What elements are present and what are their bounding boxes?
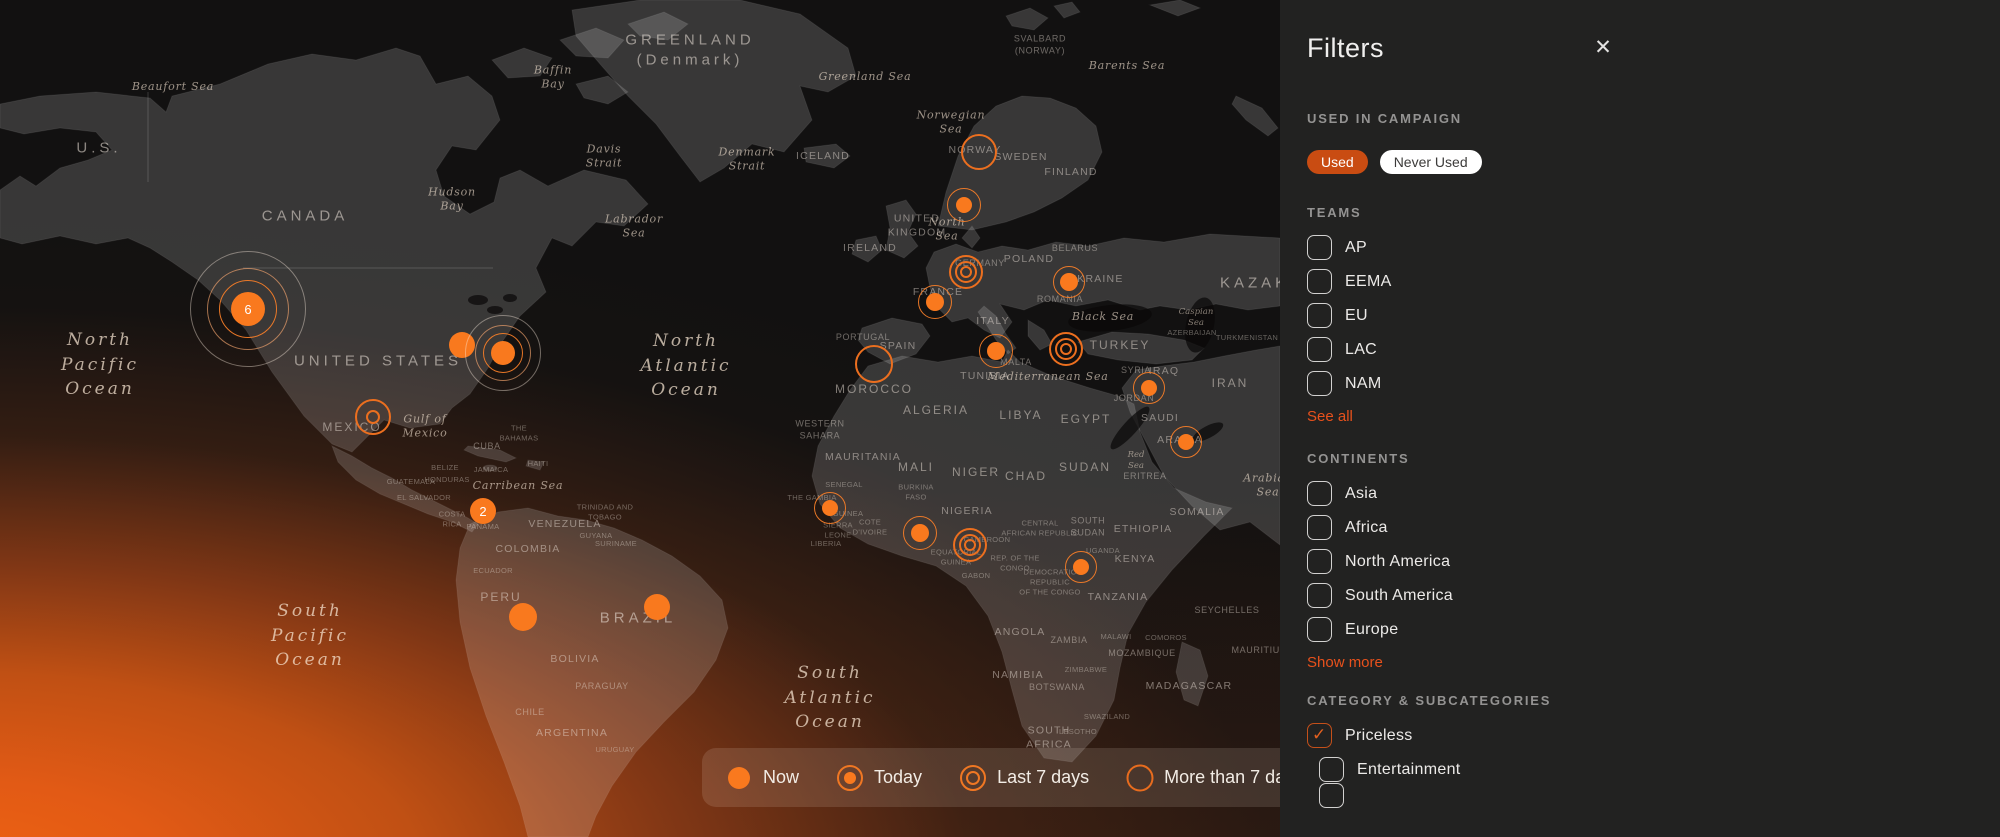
checkbox-europe[interactable] bbox=[1307, 617, 1332, 642]
section-categories: CATEGORY & SUBCATEGORIES bbox=[1307, 693, 2000, 708]
checkbox-checked-priceless[interactable] bbox=[1307, 723, 1332, 748]
checkbox-south-america[interactable] bbox=[1307, 583, 1332, 608]
checkbox-row-europe[interactable]: Europe bbox=[1307, 617, 2000, 642]
checkbox-item[interactable] bbox=[1319, 783, 1344, 808]
checkbox-row-africa[interactable]: Africa bbox=[1307, 515, 2000, 540]
checkbox-row-south-america[interactable]: South America bbox=[1307, 583, 2000, 608]
checkbox-label: EEMA bbox=[1345, 273, 1392, 291]
checkbox-label: Priceless bbox=[1345, 727, 1413, 745]
legend-label: Today bbox=[874, 767, 922, 788]
marker-dot-count: 6 bbox=[231, 292, 265, 326]
marker-dot bbox=[987, 342, 1005, 360]
marker-ring bbox=[961, 134, 997, 170]
checkbox-row-north-america[interactable]: North America bbox=[1307, 549, 2000, 574]
checkbox-label: LAC bbox=[1345, 341, 1377, 359]
marker-dot bbox=[1073, 559, 1089, 575]
legend-item-now: Now bbox=[726, 765, 799, 791]
checkbox-north-america[interactable] bbox=[1307, 549, 1332, 574]
legend-label: Now bbox=[763, 767, 799, 788]
filters-panel: Filters ✕ USED IN CAMPAIGN Used Never Us… bbox=[1280, 0, 2000, 837]
checkbox-row-entertainment[interactable]: Entertainment bbox=[1319, 757, 2000, 782]
legend-label: Last 7 days bbox=[997, 767, 1089, 788]
used-pill[interactable]: Used bbox=[1307, 150, 1368, 174]
legend-item-last7: Last 7 days bbox=[960, 765, 1089, 791]
marker-dot-count: 2 bbox=[470, 498, 496, 524]
used-in-campaign-toggle: Used Never Used bbox=[1307, 150, 2000, 174]
section-continents: CONTINENTS bbox=[1307, 451, 2000, 466]
continents-list: Asia Africa North America South America Euro… bbox=[1307, 481, 2000, 642]
checkbox-label: NAM bbox=[1345, 375, 1381, 393]
checkbox-label: North America bbox=[1345, 553, 1450, 571]
checkbox-row-priceless[interactable]: Priceless bbox=[1307, 723, 2000, 748]
checkbox-row-eema[interactable]: EEMA bbox=[1307, 269, 2000, 294]
legend-today-icon bbox=[837, 765, 863, 791]
checkbox-row-nam[interactable]: NAM bbox=[1307, 371, 2000, 396]
marker-ring bbox=[855, 345, 893, 383]
marker-dot bbox=[509, 603, 537, 631]
marker-dot bbox=[1060, 343, 1072, 355]
marker-dot bbox=[1178, 434, 1194, 450]
never-used-pill[interactable]: Never Used bbox=[1380, 150, 1482, 174]
legend-last7-icon bbox=[960, 765, 986, 791]
marker-dot bbox=[911, 524, 929, 542]
section-teams: TEAMS bbox=[1307, 205, 2000, 220]
checkbox-lac[interactable] bbox=[1307, 337, 1332, 362]
marker-dot bbox=[644, 594, 670, 620]
panel-title: Filters bbox=[1307, 33, 2000, 64]
close-icon[interactable]: ✕ bbox=[1590, 35, 1616, 61]
checkbox-africa[interactable] bbox=[1307, 515, 1332, 540]
marker-dot bbox=[822, 500, 838, 516]
checkbox-label: Entertainment bbox=[1357, 761, 1461, 779]
checkbox-eu[interactable] bbox=[1307, 303, 1332, 328]
legend-more7-icon bbox=[1127, 765, 1153, 791]
checkbox-nam[interactable] bbox=[1307, 371, 1332, 396]
checkbox-entertainment[interactable] bbox=[1319, 757, 1344, 782]
marker-dot bbox=[366, 410, 380, 424]
checkbox-ap[interactable] bbox=[1307, 235, 1332, 260]
checkbox-row-ap[interactable]: AP bbox=[1307, 235, 2000, 260]
marker-dot bbox=[1141, 380, 1157, 396]
marker-dot bbox=[1060, 273, 1078, 291]
marker-dot bbox=[964, 539, 976, 551]
marker-dot bbox=[960, 266, 972, 278]
checkbox-row-eu[interactable]: EU bbox=[1307, 303, 2000, 328]
checkbox-label: South America bbox=[1345, 587, 1453, 605]
marker-dot bbox=[926, 293, 944, 311]
marker-dot bbox=[491, 341, 515, 365]
legend-now-icon bbox=[726, 765, 752, 791]
marker-dot bbox=[956, 197, 972, 213]
teams-list: AP EEMA EU LAC NAM bbox=[1307, 235, 2000, 396]
checkbox-row-lac[interactable]: LAC bbox=[1307, 337, 2000, 362]
checkbox-label: Asia bbox=[1345, 485, 1377, 503]
checkbox-label: Africa bbox=[1345, 519, 1388, 537]
screen: { "panel": { "title": "Filters", "close_… bbox=[0, 0, 2000, 837]
section-used-in-campaign: USED IN CAMPAIGN bbox=[1307, 111, 2000, 126]
see-all-link[interactable]: See all bbox=[1307, 408, 1353, 425]
checkbox-label: EU bbox=[1345, 307, 1368, 325]
checkbox-asia[interactable] bbox=[1307, 481, 1332, 506]
checkbox-row-asia[interactable]: Asia bbox=[1307, 481, 2000, 506]
checkbox-label: Europe bbox=[1345, 621, 1398, 639]
checkbox-row-item[interactable] bbox=[1319, 791, 2000, 800]
checkbox-eema[interactable] bbox=[1307, 269, 1332, 294]
show-more-link[interactable]: Show more bbox=[1307, 654, 1383, 671]
legend-item-today: Today bbox=[837, 765, 922, 791]
checkbox-label: AP bbox=[1345, 239, 1367, 257]
categories-list: Priceless Entertainment bbox=[1307, 723, 2000, 800]
